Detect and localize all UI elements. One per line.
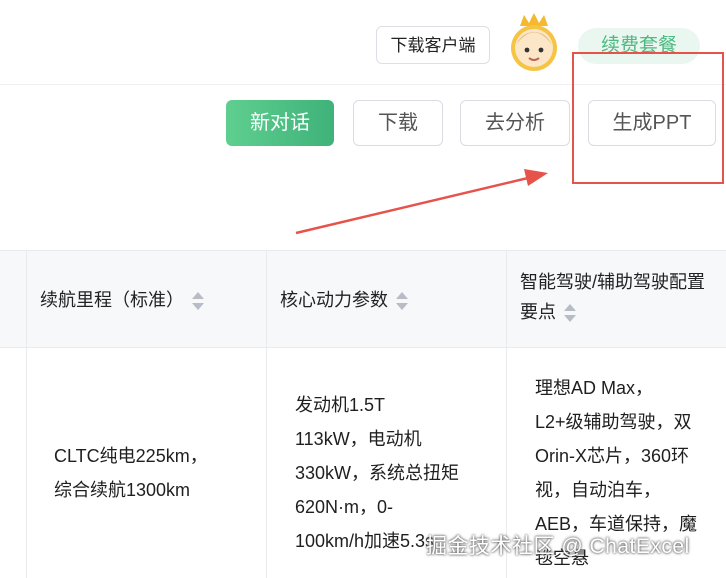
renew-plan-button[interactable]: 续费套餐 (578, 28, 700, 64)
download-client-button[interactable]: 下载客户端 (376, 26, 490, 64)
header-adas-label: 智能驾驶/辅助驾驶配置 (520, 272, 705, 292)
cell-text: 发动机1.5T (295, 395, 386, 415)
cell-text: Orin-X芯片，360环 (535, 446, 690, 466)
header-range-label: 续航里程（标准） (40, 290, 184, 310)
avatar-icon (511, 13, 557, 71)
header-power[interactable]: 核心动力参数 (280, 285, 408, 315)
cell-text: 理想AD Max， (535, 378, 654, 398)
header-adas[interactable]: 智能驾驶/辅助驾驶配置 要点 (520, 267, 726, 327)
watermark: 掘金技术社区 @ ChatExcel (426, 535, 690, 558)
user-avatar[interactable] (506, 12, 562, 72)
header-adas-label-2: 要点 (520, 302, 556, 322)
new-chat-button[interactable]: 新对话 (226, 100, 334, 146)
cell-text: 综合续航1300km (54, 480, 191, 500)
column-divider (26, 251, 27, 578)
cell-text: 620N·m，0- (295, 497, 394, 517)
cell-text: L2+级辅助驾驶，双 (535, 412, 692, 432)
data-table: 续航里程（标准） 核心动力参数 智能驾驶/辅助驾驶配置 要点 CLTC纯电225… (0, 250, 726, 578)
sort-icon[interactable] (564, 303, 576, 323)
cell-text: CLTC纯电225km， (54, 446, 208, 466)
generate-ppt-button[interactable]: 生成PPT (588, 100, 716, 146)
sort-icon[interactable] (396, 291, 408, 311)
sort-icon[interactable] (192, 291, 204, 311)
analyze-button[interactable]: 去分析 (460, 100, 570, 146)
cell-text: 330kW，系统总扭矩 (295, 463, 460, 483)
header-range[interactable]: 续航里程（标准） (40, 285, 204, 315)
cell-text: 视，自动泊车， (535, 480, 661, 500)
header-power-label: 核心动力参数 (280, 290, 388, 310)
column-divider (266, 251, 267, 578)
top-bar: 下载客户端 续费套餐 (0, 0, 726, 85)
cell-range: CLTC纯电225km， 综合续航1300km (54, 439, 208, 507)
column-divider (506, 251, 507, 578)
cell-text: 113kW，电动机 (295, 429, 422, 449)
download-button[interactable]: 下载 (353, 100, 443, 146)
